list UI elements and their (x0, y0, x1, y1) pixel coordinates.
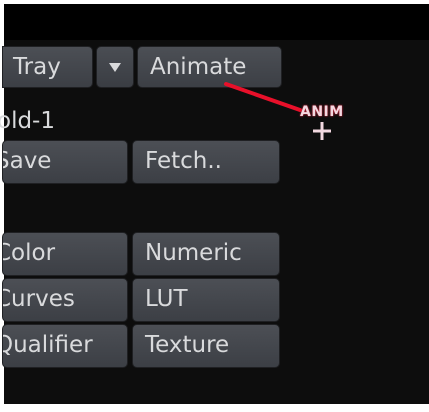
layer-name: old-1 (0, 108, 55, 134)
curves-label: Curves (2, 286, 75, 312)
animate-button[interactable]: Animate (137, 46, 282, 88)
animate-label: Animate (150, 54, 247, 80)
texture-label: Texture (145, 332, 230, 358)
numeric-button[interactable]: Numeric (132, 232, 280, 276)
curves-button[interactable]: Curves (2, 278, 128, 322)
lut-button[interactable]: LUT (132, 278, 280, 322)
fetch-label: Fetch.. (145, 148, 222, 174)
numeric-label: Numeric (145, 240, 242, 266)
tray-dropdown-button[interactable] (96, 46, 134, 88)
save-button[interactable]: Save (2, 140, 128, 184)
qualifier-button[interactable]: Qualifier (2, 324, 128, 368)
chevron-down-icon (109, 63, 121, 72)
color-label: Color (3, 240, 56, 266)
save-label: Save (3, 148, 52, 174)
tray-label: Tray (13, 54, 61, 80)
tray-button[interactable]: Tray (2, 46, 93, 88)
color-button[interactable]: Color (2, 232, 128, 276)
color-panel: Tray Animate old-1 Save Fetch.. Color Nu… (0, 0, 429, 412)
fetch-button[interactable]: Fetch.. (132, 140, 280, 184)
annotation-label: ANIM (300, 104, 344, 120)
lut-label: LUT (145, 286, 188, 312)
top-band (4, 4, 429, 40)
panel-background: Tray Animate old-1 Save Fetch.. Color Nu… (0, 4, 429, 404)
texture-button[interactable]: Texture (132, 324, 280, 368)
qualifier-label: Qualifier (2, 332, 93, 358)
